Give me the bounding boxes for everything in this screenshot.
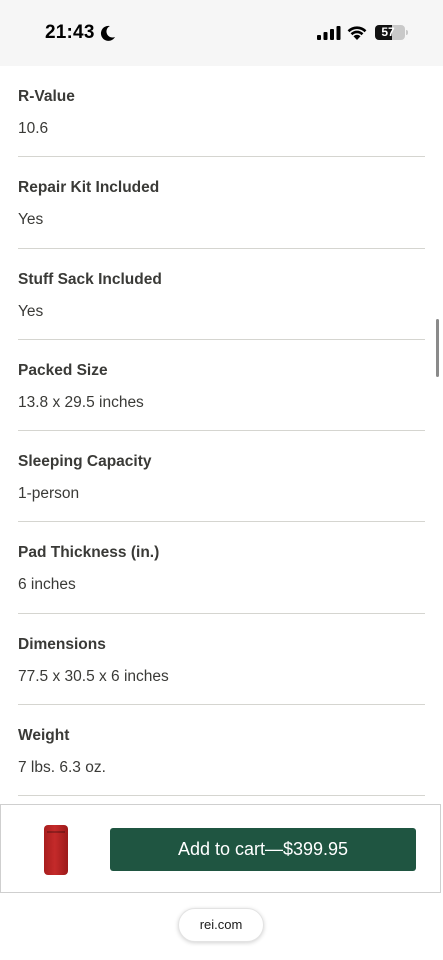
status-bar: 21:43 57 — [0, 0, 443, 66]
add-to-cart-button[interactable]: Add to cart—$399.95 — [110, 828, 416, 871]
spec-label: Stuff Sack Included — [18, 270, 162, 288]
spec-value: 77.5 x 30.5 x 6 inches — [18, 667, 169, 685]
sticky-cart-bar: Add to cart—$399.95 — [0, 804, 441, 893]
browser-bottom-bar: rei.com — [0, 893, 443, 960]
spec-value: Yes — [18, 302, 44, 320]
spec-label: Sleeping Capacity — [18, 453, 152, 471]
spec-list: R-Value 10.6 Repair Kit Included Yes Stu… — [0, 66, 443, 797]
spec-row-pad-thickness: Pad Thickness (in.) 6 inches — [0, 522, 443, 614]
spec-label: Dimensions — [18, 635, 106, 653]
spec-label: R-Value — [18, 88, 75, 105]
signal-icon — [317, 26, 341, 40]
spec-label: Pad Thickness (in.) — [18, 544, 160, 562]
moon-icon — [100, 25, 115, 41]
clock: 21:43 — [45, 22, 95, 43]
spec-value: 10.6 — [18, 120, 49, 137]
divider — [18, 795, 425, 797]
spec-row-dimensions: Dimensions 77.5 x 30.5 x 6 inches — [0, 614, 443, 706]
product-thumbnail[interactable] — [44, 825, 68, 875]
spec-row-weight: Weight 7 lbs. 6.3 oz. — [0, 705, 443, 797]
spec-row-stuff-sack: Stuff Sack Included Yes — [0, 249, 443, 340]
battery-cap — [406, 30, 408, 35]
wifi-icon — [347, 26, 367, 40]
spec-value: 6 inches — [18, 576, 76, 594]
spec-value: 13.8 x 29.5 inches — [18, 393, 144, 411]
address-bar[interactable]: rei.com — [178, 908, 264, 942]
scrollbar[interactable] — [436, 319, 439, 377]
battery-icon: 57 — [375, 25, 405, 40]
spec-row-r-value: R-Value 10.6 — [0, 66, 443, 158]
spec-label: Repair Kit Included — [18, 179, 160, 197]
spec-value: Yes — [18, 211, 44, 229]
spec-value: 1-person — [18, 485, 80, 503]
spec-value: 7 lbs. 6.3 oz. — [18, 759, 106, 777]
spec-label: Packed Size — [18, 361, 108, 379]
spec-row-packed-size: Packed Size 13.8 x 29.5 inches — [0, 340, 443, 432]
battery-percentage: 57 — [381, 25, 395, 39]
spec-row-sleeping-capacity: Sleeping Capacity 1-person — [0, 431, 443, 523]
spec-label: Weight — [18, 727, 70, 745]
spec-row-repair-kit: Repair Kit Included Yes — [0, 157, 443, 249]
